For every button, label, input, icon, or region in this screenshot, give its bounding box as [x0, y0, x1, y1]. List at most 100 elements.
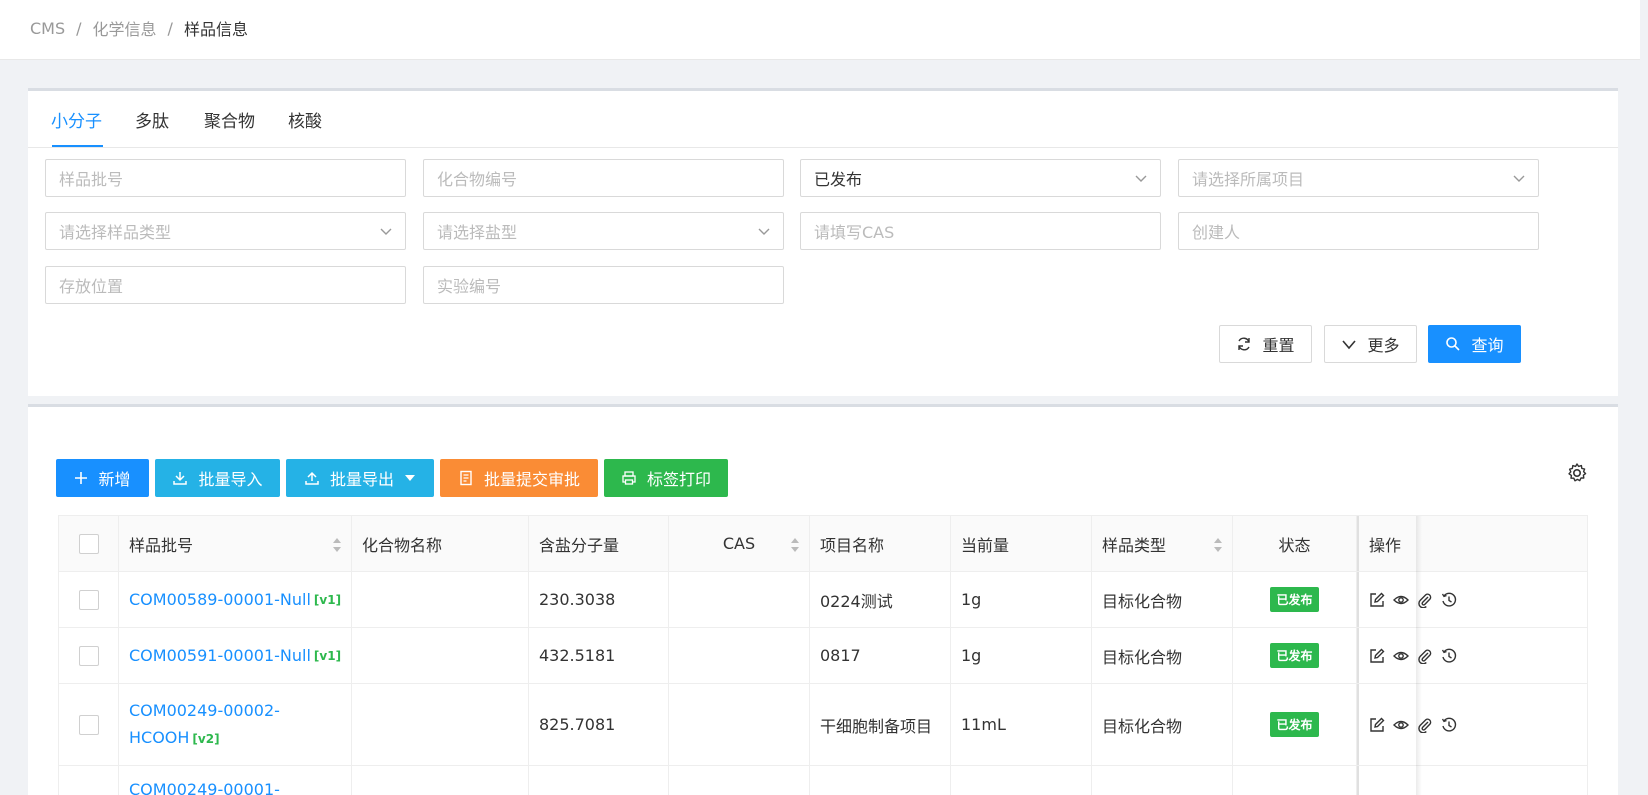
status-badge: 已发布: [1270, 587, 1319, 612]
column-header-sample-type[interactable]: 样品类型: [1092, 516, 1233, 571]
compound-no-input[interactable]: 化合物编号: [423, 159, 784, 197]
breadcrumb-item-chem[interactable]: 化学信息: [93, 16, 157, 40]
batch-link[interactable]: COM00589-00001-Null: [129, 590, 311, 609]
filter-panel: 小分子 多肽 聚合物 核酸 样品批号 化合物编号 已发布 请选择所属项目 请选择…: [28, 88, 1618, 396]
edit-icon[interactable]: [1369, 592, 1385, 608]
history-icon[interactable]: [1441, 592, 1457, 608]
mw-cell: 230.3038: [529, 572, 669, 627]
actions-cell: [1357, 766, 1587, 795]
view-icon[interactable]: [1393, 648, 1409, 664]
batch-link[interactable]: COM00249-00001-: [129, 780, 280, 795]
view-icon[interactable]: [1393, 592, 1409, 608]
select-all-checkbox[interactable]: [79, 533, 99, 554]
column-header-label: 含盐分子量: [539, 535, 620, 555]
batch-link[interactable]: COM00591-00001-Null: [129, 646, 311, 665]
batch-no-input[interactable]: 样品批号: [45, 159, 406, 197]
cas-input[interactable]: 请填写CAS: [800, 212, 1161, 250]
experiment-no-input[interactable]: 实验编号: [423, 266, 784, 304]
tab-small-molecule[interactable]: 小分子: [51, 107, 102, 132]
table-header: 样品批号 化合物名称 含盐分子量 CAS 项目名称 当前量 样品类型 状态 操作: [59, 516, 1587, 572]
column-header-status: 状态: [1233, 516, 1357, 571]
add-button[interactable]: 新增: [56, 459, 149, 497]
row-checkbox[interactable]: [79, 714, 99, 735]
sort-icon[interactable]: [333, 538, 341, 552]
view-icon[interactable]: [1393, 717, 1409, 733]
status-cell: [1233, 766, 1357, 795]
column-header-label: 操作: [1369, 535, 1402, 555]
batch-link[interactable]: COM00249-00002-: [129, 701, 280, 720]
column-header-mw: 含盐分子量: [529, 516, 669, 571]
batch-submit-button[interactable]: 批量提交审批: [440, 459, 598, 497]
compound-name-cell: [352, 572, 529, 627]
actions-cell: [1357, 628, 1587, 683]
batch-cell: COM00249-00002- HCOOH [v2]: [119, 684, 352, 765]
row-checkbox[interactable]: [79, 645, 99, 666]
sample-type-cell: 目标化合物: [1092, 572, 1233, 627]
column-header-compound-name: 化合物名称: [352, 516, 529, 571]
actions-cell: [1357, 572, 1587, 627]
project-cell: 干细胞制备项目: [810, 684, 951, 765]
project-select-placeholder: 请选择所属项目: [1192, 170, 1305, 189]
chevron-down-icon: [1342, 340, 1357, 350]
tab-peptide[interactable]: 多肽: [135, 107, 169, 132]
history-icon[interactable]: [1441, 717, 1457, 733]
sample-table: 样品批号 化合物名称 含盐分子量 CAS 项目名称 当前量 样品类型 状态 操作…: [58, 515, 1588, 795]
column-header-actions: 操作: [1357, 516, 1587, 571]
batch-submit-label: 批量提交审批: [483, 470, 580, 489]
status-select-value: 已发布: [814, 170, 863, 189]
location-input[interactable]: 存放位置: [45, 266, 406, 304]
label-print-button[interactable]: 标签打印: [604, 459, 728, 497]
salt-type-placeholder: 请选择盐型: [437, 223, 518, 242]
column-header-cas[interactable]: CAS: [669, 516, 810, 571]
label-print-label: 标签打印: [646, 470, 711, 489]
batch-cell: COM00589-00001-Null [v1]: [119, 572, 352, 627]
creator-input[interactable]: 创建人: [1178, 212, 1539, 250]
top-bar: CMS / 化学信息 / 样品信息: [0, 0, 1648, 60]
search-button-label: 查询: [1471, 336, 1504, 355]
status-badge: 已发布: [1270, 643, 1319, 668]
quantity-cell: 1g: [951, 628, 1092, 683]
sample-type-select[interactable]: 请选择样品类型: [45, 212, 406, 250]
upload-icon: [305, 471, 319, 485]
project-select[interactable]: 请选择所属项目: [1178, 159, 1539, 197]
version-tag: [v1]: [313, 648, 342, 663]
more-button[interactable]: 更多: [1324, 325, 1417, 363]
reset-button[interactable]: 重置: [1219, 325, 1312, 363]
sort-icon[interactable]: [1214, 538, 1222, 552]
column-header-label: 化合物名称: [362, 535, 443, 555]
breadcrumb-item-cms[interactable]: CMS: [30, 19, 65, 38]
chevron-down-icon: [1513, 175, 1525, 182]
fixed-column-shadow: [1416, 516, 1422, 795]
tab-nucleic-acid[interactable]: 核酸: [288, 107, 322, 132]
batch-import-button[interactable]: 批量导入: [155, 459, 280, 497]
column-header-label: 当前量: [961, 535, 1010, 555]
project-cell: [810, 766, 951, 795]
table-panel: 新增 批量导入 批量导出 批量提交审批 标签打印 样品批号 化合物名称 含盐分子…: [28, 404, 1618, 795]
table-row: COM00249-00001-: [59, 766, 1587, 795]
batch-export-button[interactable]: 批量导出: [286, 459, 434, 497]
cas-cell: [669, 684, 810, 765]
table-row: COM00589-00001-Null [v1] 230.3038 0224测试 …: [59, 572, 1587, 628]
project-cell: 0224测试: [810, 572, 951, 627]
tab-polymer[interactable]: 聚合物: [204, 107, 255, 132]
column-header-label: 状态: [1278, 535, 1311, 555]
status-cell: 已发布: [1233, 628, 1357, 683]
page-scrollbar-track[interactable]: [1640, 0, 1648, 795]
table-row: COM00249-00002- HCOOH [v2] 825.7081 干细胞制备项…: [59, 684, 1587, 766]
sort-icon[interactable]: [791, 538, 799, 552]
gear-icon[interactable]: [1566, 462, 1588, 484]
status-select[interactable]: 已发布: [800, 159, 1161, 197]
batch-link-continued[interactable]: HCOOH: [129, 728, 189, 747]
column-header-label: CAS: [722, 534, 756, 553]
column-header-batch[interactable]: 样品批号: [119, 516, 352, 571]
mw-cell: [529, 766, 669, 795]
salt-type-select[interactable]: 请选择盐型: [423, 212, 784, 250]
quantity-cell: 1g: [951, 572, 1092, 627]
edit-icon[interactable]: [1369, 717, 1385, 733]
search-button[interactable]: 查询: [1428, 325, 1521, 363]
reset-button-label: 重置: [1262, 336, 1295, 355]
edit-icon[interactable]: [1369, 648, 1385, 664]
row-checkbox[interactable]: [79, 589, 99, 610]
history-icon[interactable]: [1441, 648, 1457, 664]
search-icon: [1446, 337, 1461, 351]
